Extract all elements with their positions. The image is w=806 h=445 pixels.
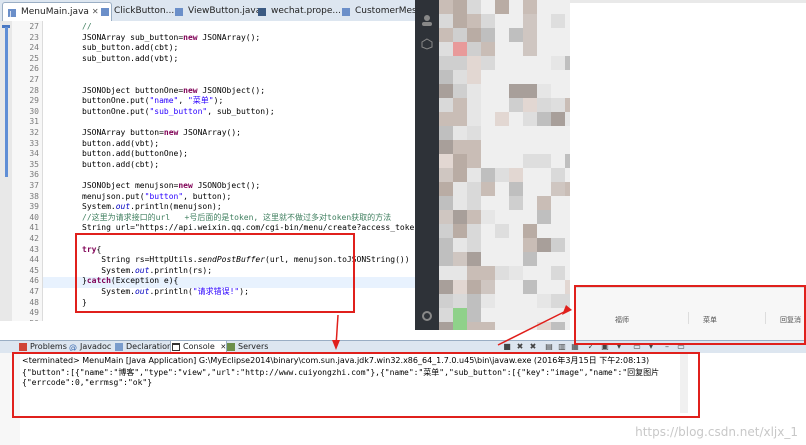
- annotation-arrows: [332, 305, 572, 350]
- watermark: https://blog.csdn.net/xljx_1: [635, 425, 798, 439]
